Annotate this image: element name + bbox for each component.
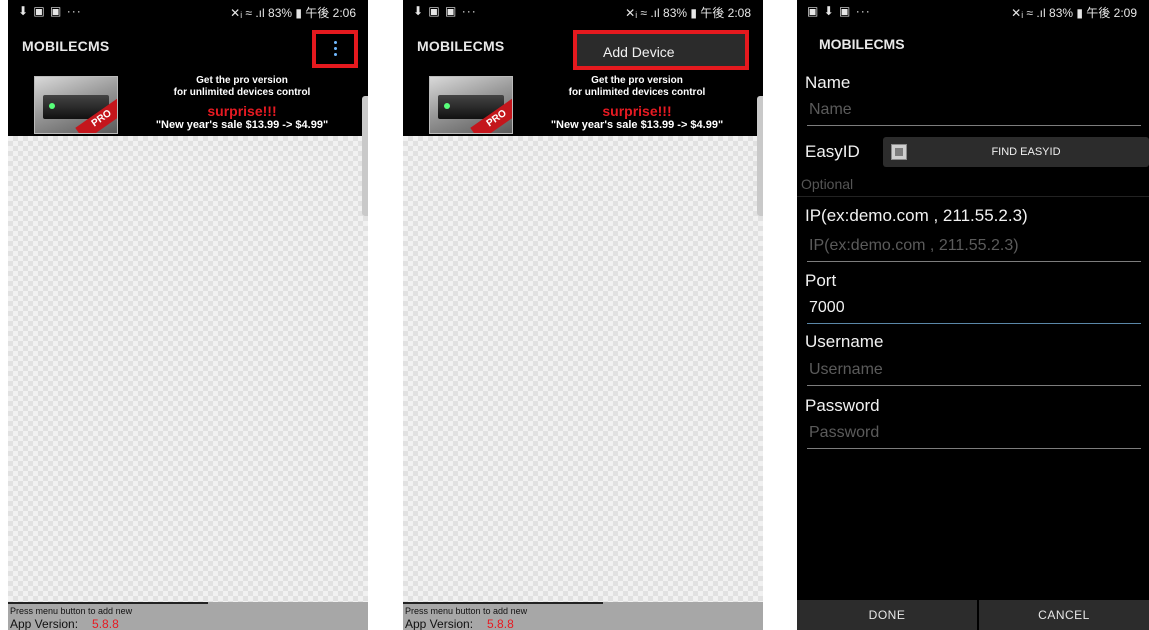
app-title: MOBILECMS — [417, 38, 505, 54]
banner-surprise: surprise!!! — [207, 103, 277, 119]
app-version-label: App Version: — [405, 617, 474, 630]
status-icons-left: ⬇ ▣ ▣ ··· — [413, 4, 477, 18]
port-label: Port — [805, 271, 837, 290]
device-list-area — [403, 136, 763, 602]
done-button[interactable]: DONE — [797, 600, 977, 630]
find-easyid-label: FIND EASYID — [991, 146, 1061, 158]
dvr-device-image: PRO — [429, 76, 513, 134]
footer-divider — [403, 602, 603, 604]
dvr-device-image: PRO — [34, 76, 118, 134]
app-version-row: App Version: 5.8.8 — [405, 617, 514, 630]
device-list-area — [8, 136, 368, 602]
password-label: Password — [805, 396, 880, 415]
password-input[interactable]: Password — [807, 421, 1141, 449]
ip-label: IP(ex:demo.com , 211.55.2.3) — [805, 206, 1028, 225]
banner-sale: "New year's sale $13.99 -> $4.99" — [550, 119, 724, 131]
ip-input[interactable]: IP(ex:demo.com , 211.55.2.3) — [807, 234, 1141, 262]
easyid-row: EasyID FIND EASYID — [805, 137, 1149, 167]
press-menu-hint: Press menu button to add new — [405, 606, 528, 616]
app-title: MOBILECMS — [819, 36, 905, 52]
pro-version-banner[interactable]: PRO Get the pro version for unlimited de… — [8, 68, 368, 136]
form-action-bar: DONE CANCEL — [797, 600, 1149, 630]
press-menu-hint: Press menu button to add new — [10, 606, 133, 616]
footer: Press menu button to add new App Version… — [8, 602, 368, 630]
screen-device-list: ⬇ ▣ ▣ ··· ✕ᵢ ≈ .ıl 83% ▮ 午後 2:06 MOBILEC… — [8, 0, 368, 630]
app-title: MOBILECMS — [22, 38, 110, 54]
app-version-value: 5.8.8 — [92, 617, 119, 630]
status-icons-right: ✕ᵢ ≈ .ıl 83% ▮ 午後 2:09 — [1011, 6, 1137, 20]
port-input[interactable]: 7000 — [807, 296, 1141, 324]
banner-line-2: for unlimited devices control — [568, 87, 706, 98]
status-bar: ⬇ ▣ ▣ ··· ✕ᵢ ≈ .ıl 83% ▮ 午後 2:08 — [403, 0, 763, 24]
username-label: Username — [805, 332, 884, 351]
app-bar: MOBILECMS — [8, 24, 368, 68]
menu-item-add-device[interactable]: Add Device — [603, 44, 675, 60]
status-icons-left: ▣ ⬇ ▣ ··· — [807, 4, 871, 18]
side-drawer-handle[interactable] — [757, 96, 763, 216]
easyid-label: EasyID — [805, 142, 860, 161]
app-version-row: App Version: 5.8.8 — [10, 617, 119, 630]
more-vert-icon — [330, 41, 340, 59]
status-icons-left: ⬇ ▣ ▣ ··· — [18, 4, 82, 18]
optional-divider — [797, 196, 1149, 197]
cancel-button[interactable]: CANCEL — [979, 600, 1149, 630]
banner-text: Get the pro version for unlimited device… — [120, 75, 364, 132]
status-bar: ▣ ⬇ ▣ ··· ✕ᵢ ≈ .ıl 83% ▮ 午後 2:09 — [797, 0, 1149, 24]
app-bar: MOBILECMS — [797, 24, 1149, 64]
banner-line-1: Get the pro version — [591, 75, 683, 86]
banner-sale: "New year's sale $13.99 -> $4.99" — [155, 119, 329, 131]
side-drawer-handle[interactable] — [362, 96, 368, 216]
status-icons-right: ✕ᵢ ≈ .ıl 83% ▮ 午後 2:06 — [230, 6, 356, 20]
overflow-menu-popup: Add Device — [573, 30, 749, 70]
screen-add-device-form: ▣ ⬇ ▣ ··· ✕ᵢ ≈ .ıl 83% ▮ 午後 2:09 MOBILEC… — [797, 0, 1149, 630]
footer-divider — [8, 602, 208, 604]
pro-version-banner[interactable]: PRO Get the pro version for unlimited de… — [403, 68, 763, 136]
screen-menu-open: ⬇ ▣ ▣ ··· ✕ᵢ ≈ .ıl 83% ▮ 午後 2:08 MOBILEC… — [403, 0, 763, 630]
optional-section-label: Optional — [801, 176, 854, 192]
find-easyid-button[interactable]: FIND EASYID — [883, 137, 1149, 167]
banner-line-1: Get the pro version — [196, 75, 288, 86]
status-icons-right: ✕ᵢ ≈ .ıl 83% ▮ 午後 2:08 — [625, 6, 751, 20]
app-version-value: 5.8.8 — [487, 617, 514, 630]
name-label: Name — [805, 73, 851, 92]
banner-text: Get the pro version for unlimited device… — [515, 75, 759, 132]
overflow-menu-button[interactable] — [312, 30, 358, 68]
banner-line-2: for unlimited devices control — [173, 87, 311, 98]
banner-surprise: surprise!!! — [602, 103, 672, 119]
status-bar: ⬇ ▣ ▣ ··· ✕ᵢ ≈ .ıl 83% ▮ 午後 2:06 — [8, 0, 368, 24]
app-version-label: App Version: — [10, 617, 79, 630]
name-input[interactable]: Name — [807, 98, 1141, 126]
footer: Press menu button to add new App Version… — [403, 602, 763, 630]
username-input[interactable]: Username — [807, 358, 1141, 386]
